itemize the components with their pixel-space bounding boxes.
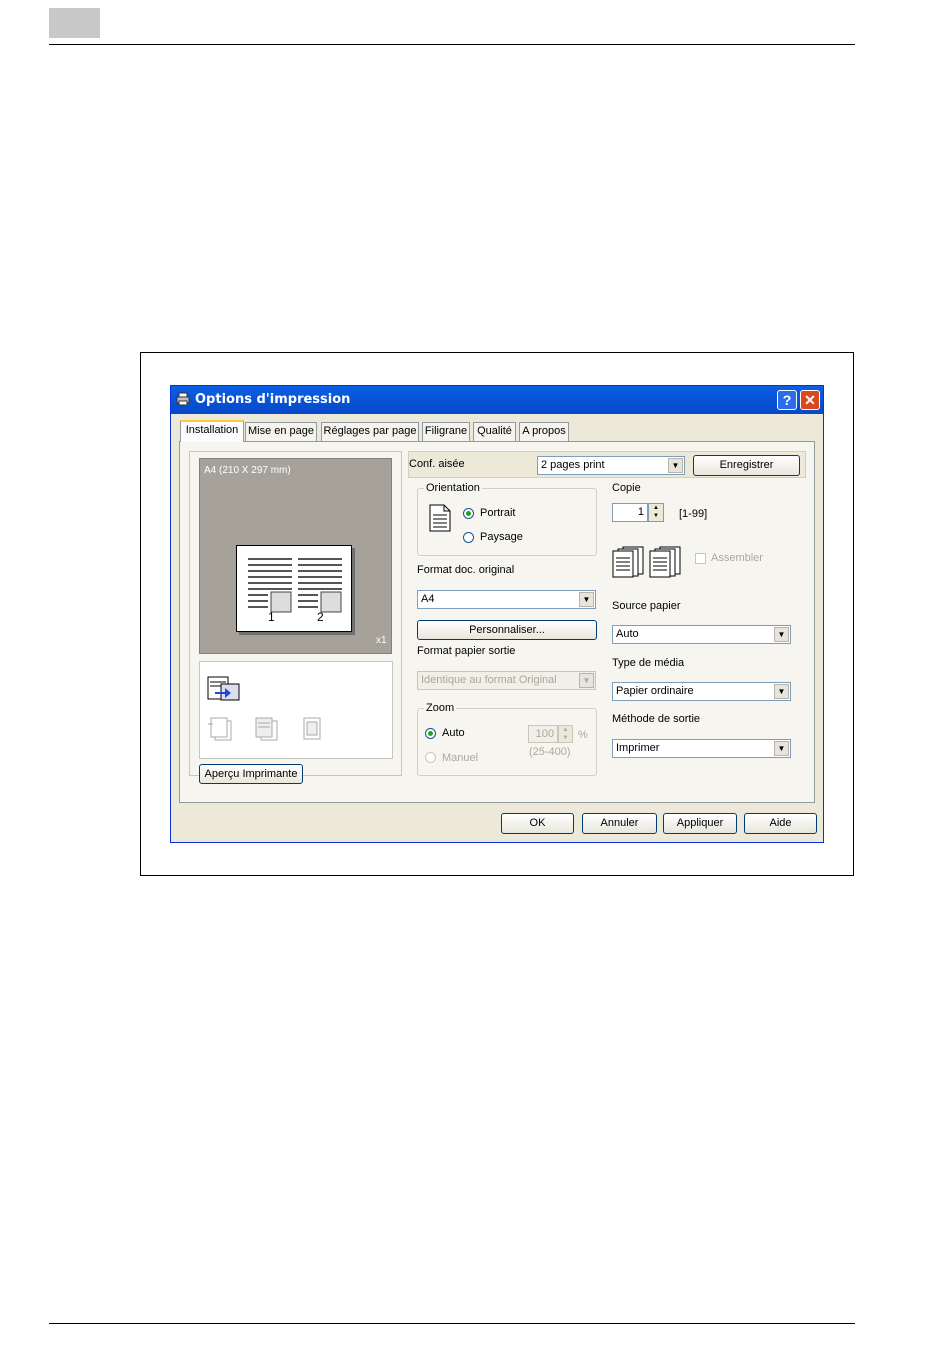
cancel-button[interactable]: Annuler: [582, 813, 657, 834]
installation-panel: A4 (210 X 297 mm) x1 1 2 Aperçu Impriman…: [179, 441, 815, 803]
custom-size-button[interactable]: Personnaliser...: [417, 620, 597, 640]
staple-icon: [208, 717, 232, 741]
copies-range: [1-99]: [679, 508, 708, 520]
page-number-2: 2: [317, 610, 324, 624]
dialog-title: Options d'impression: [195, 392, 351, 407]
apply-button[interactable]: Appliquer: [663, 813, 737, 834]
header-rule: [49, 44, 855, 45]
collate-checkbox[interactable]: [695, 553, 706, 564]
page-number-1: 1: [268, 610, 275, 624]
fold-icon: [303, 717, 321, 740]
paper-source-select[interactable]: Auto ▼: [612, 625, 791, 644]
tab-installation[interactable]: Installation: [180, 420, 244, 442]
chevron-down-icon[interactable]: ▼: [774, 627, 789, 642]
help-footer-button[interactable]: Aide: [744, 813, 817, 834]
chevron-down-icon[interactable]: ▼: [668, 458, 683, 473]
copies-badge: x1: [376, 635, 387, 646]
copies-label: Copie: [612, 482, 641, 494]
paper-size-label: A4 (210 X 297 mm): [204, 465, 291, 476]
tab-qualite[interactable]: Qualité: [473, 422, 516, 441]
paper-source-label: Source papier: [612, 600, 681, 612]
copies-input[interactable]: 1: [612, 503, 648, 522]
paper-source-value: Auto: [616, 628, 639, 640]
collate-set-icon-2: [649, 546, 681, 578]
original-size-label: Format doc. original: [417, 564, 515, 576]
two-up-layout-icon: [248, 558, 342, 613]
zoom-auto-label: Auto: [442, 727, 465, 739]
zoom-title: Zoom: [424, 702, 457, 714]
punch-icon: [255, 717, 278, 741]
output-method-value: Imprimer: [616, 742, 660, 754]
print-options-dialog: Options d'impression ? ✕ Installation Mi…: [170, 385, 824, 843]
header-marker: [49, 8, 100, 38]
output-size-select[interactable]: Identique au format Original ▼: [417, 671, 596, 690]
output-method-label: Méthode de sortie: [612, 713, 701, 725]
copies-spinner[interactable]: ▲ ▼: [648, 503, 664, 522]
output-method-select[interactable]: Imprimer ▼: [612, 739, 791, 758]
portrait-label: Portrait: [480, 507, 516, 519]
original-size-select[interactable]: A4 ▼: [417, 590, 596, 609]
help-button[interactable]: ?: [777, 390, 797, 410]
sheet-preview: 1 2: [236, 545, 352, 632]
media-type-label: Type de média: [612, 657, 685, 669]
tab-filigrane[interactable]: Filigrane: [422, 422, 470, 441]
footer-rule: [49, 1323, 855, 1324]
zoom-range: (25-400): [529, 746, 571, 758]
output-size-label: Format papier sortie: [417, 645, 516, 657]
zoom-manual-radio[interactable]: [425, 752, 436, 763]
finishing-icons-area: [199, 661, 393, 759]
tab-mise-en-page[interactable]: Mise en page: [245, 422, 317, 441]
easy-setup-select[interactable]: 2 pages print ▼: [537, 456, 685, 475]
media-type-select[interactable]: Papier ordinaire ▼: [612, 682, 791, 701]
zoom-spinner[interactable]: ▲ ▼: [558, 725, 573, 743]
tab-a-propos[interactable]: A propos: [519, 422, 569, 441]
printer-icon: [176, 392, 190, 406]
portrait-radio[interactable]: [463, 508, 474, 519]
close-button[interactable]: ✕: [800, 390, 820, 410]
easy-setup-label: Conf. aisée: [409, 458, 465, 470]
landscape-label: Paysage: [480, 531, 523, 543]
output-size-value: Identique au format Original: [421, 674, 557, 686]
portrait-page-icon: [429, 504, 451, 532]
easy-setup-value: 2 pages print: [541, 459, 605, 471]
output-tray-icon: [207, 676, 240, 701]
chevron-down-icon[interactable]: ▼: [774, 741, 789, 756]
media-type-value: Papier ordinaire: [616, 685, 694, 697]
zoom-value-input[interactable]: 100: [528, 725, 558, 743]
zoom-auto-radio[interactable]: [425, 728, 436, 739]
collate-set-icon-1: [612, 546, 644, 578]
tab-reglages-par-page[interactable]: Réglages par page: [321, 422, 419, 441]
zoom-unit: %: [578, 729, 588, 741]
chevron-down-icon[interactable]: ▼: [774, 684, 789, 699]
landscape-radio[interactable]: [463, 532, 474, 543]
chevron-down-icon[interactable]: ▼: [579, 673, 594, 688]
chevron-down-icon[interactable]: ▼: [579, 592, 594, 607]
collate-label: Assembler: [711, 552, 763, 564]
ok-button[interactable]: OK: [501, 813, 574, 834]
printer-preview-button[interactable]: Aperçu Imprimante: [199, 764, 303, 784]
save-setup-button[interactable]: Enregistrer: [693, 455, 800, 476]
zoom-manual-label: Manuel: [442, 752, 479, 764]
page-preview: A4 (210 X 297 mm) x1 1 2: [199, 458, 392, 654]
orientation-title: Orientation: [424, 482, 482, 494]
title-bar[interactable]: Options d'impression ? ✕: [171, 386, 823, 414]
original-size-value: A4: [421, 593, 435, 605]
